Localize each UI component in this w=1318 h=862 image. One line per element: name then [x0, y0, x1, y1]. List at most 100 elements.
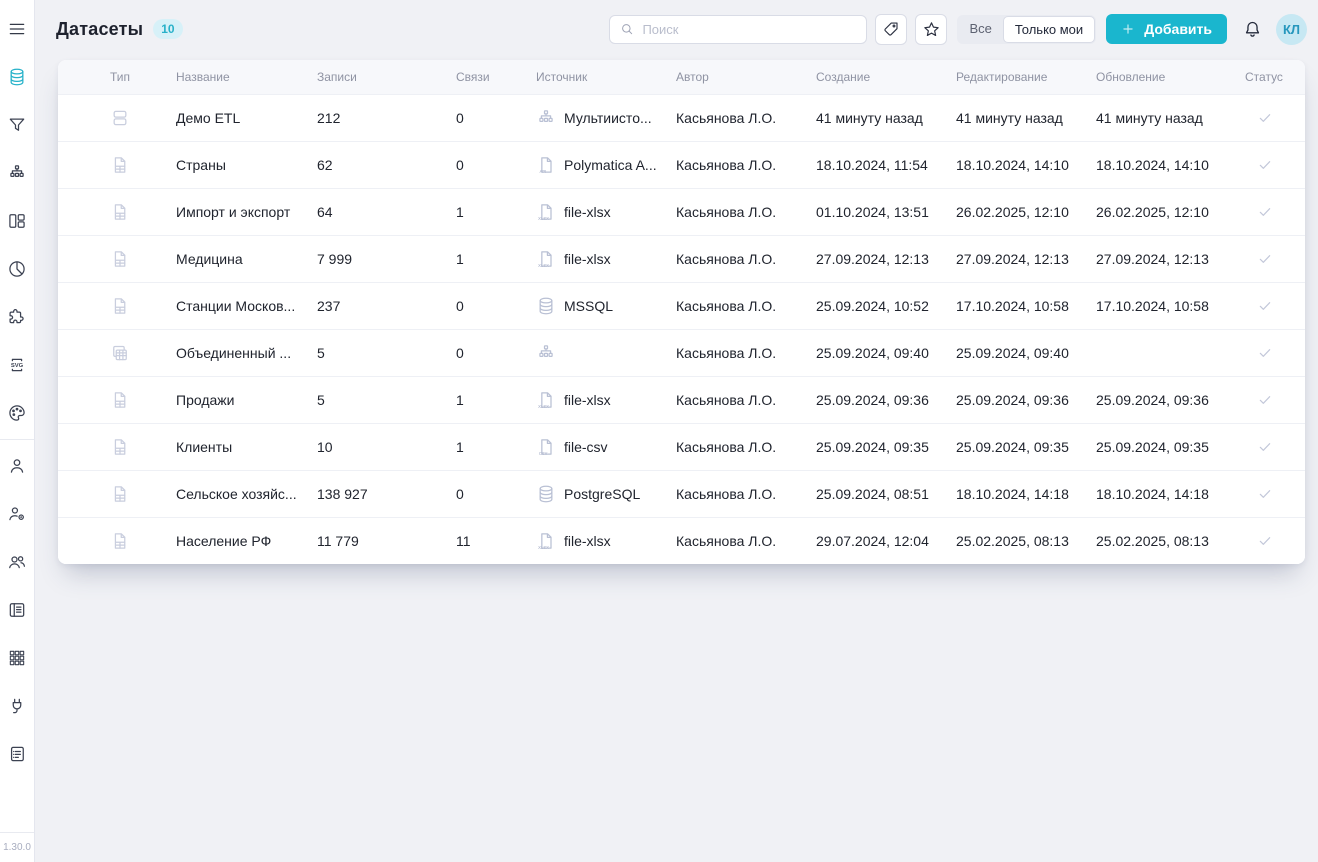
dataset-records: 7 999 — [317, 251, 456, 267]
dataset-author: Касьянова Л.О. — [676, 204, 816, 220]
plus-icon — [1121, 22, 1135, 36]
check-icon — [1257, 251, 1273, 267]
table-row[interactable]: Станции Москов... 237 0 MSSQL Касьянова … — [58, 282, 1305, 329]
dataset-links: 0 — [456, 157, 536, 173]
source-label: file-csv — [564, 439, 608, 455]
table-row[interactable]: Сельское хозяйс... 138 927 0 PostgreSQL … — [58, 470, 1305, 517]
dataset-created: 25.09.2024, 10:52 — [816, 298, 956, 314]
dataset-author: Касьянова Л.О. — [676, 486, 816, 502]
sidebar-item-user[interactable] — [0, 442, 34, 490]
check-icon — [1257, 392, 1273, 408]
add-dataset-button[interactable]: Добавить — [1106, 14, 1227, 44]
sidebar-item-palette[interactable] — [0, 389, 34, 437]
sidebar-item-plug[interactable] — [0, 682, 34, 730]
dataset-source: Мультиисто... — [536, 108, 676, 128]
filter-mine-option[interactable]: Только мои — [1003, 16, 1095, 43]
source-label: Мультиисто... — [564, 110, 652, 126]
dataset-name: Медицина — [176, 251, 317, 267]
star-icon — [922, 20, 941, 39]
dataset-links: 0 — [456, 110, 536, 126]
sidebar-item-layout[interactable] — [0, 197, 34, 245]
dataset-edited: 41 минуту назад — [956, 110, 1096, 126]
menu-toggle-button[interactable] — [0, 5, 34, 53]
database-icon — [7, 67, 27, 87]
database-icon — [536, 484, 556, 504]
dataset-source: file-xlsx — [536, 249, 676, 269]
dataset-links: 0 — [456, 298, 536, 314]
sidebar-item-filter[interactable] — [0, 101, 34, 149]
dataset-records: 138 927 — [317, 486, 456, 502]
table-row[interactable]: Объединенный ... 5 0 Касьянова Л.О. 25.0… — [58, 329, 1305, 376]
dataset-author: Касьянова Л.О. — [676, 157, 816, 173]
dataset-records: 212 — [317, 110, 456, 126]
table-row[interactable]: Импорт и экспорт 64 1 file-xlsx Касьянов… — [58, 188, 1305, 235]
dataset-created: 18.10.2024, 11:54 — [816, 157, 956, 173]
user-avatar[interactable]: КЛ — [1276, 14, 1307, 45]
dataset-records: 10 — [317, 439, 456, 455]
file-type-icon — [110, 390, 130, 410]
svg-icon — [7, 355, 27, 375]
dataset-status — [1245, 392, 1305, 408]
table-row[interactable]: Медицина 7 999 1 file-xlsx Касьянова Л.О… — [58, 235, 1305, 282]
dataset-links: 1 — [456, 251, 536, 267]
table-row[interactable]: Страны 62 0 Polymatica A... Касьянова Л.… — [58, 141, 1305, 188]
dataset-records: 237 — [317, 298, 456, 314]
datasets-table: Тип Название Записи Связи Источник Автор… — [58, 60, 1305, 564]
dataset-source — [536, 343, 676, 363]
layout-icon — [7, 211, 27, 231]
col-records: Записи — [317, 70, 456, 84]
dataset-updated: 25.02.2025, 08:13 — [1096, 533, 1245, 549]
app-version: 1.30.0 — [3, 835, 31, 862]
dataset-links: 0 — [456, 345, 536, 361]
dataset-created: 25.09.2024, 09:35 — [816, 439, 956, 455]
dataset-records: 5 — [317, 345, 456, 361]
favorites-button[interactable] — [915, 14, 947, 45]
sidebar-item-database[interactable] — [0, 53, 34, 101]
dataset-edited: 27.09.2024, 12:13 — [956, 251, 1096, 267]
table-body: Демо ETL 212 0 Мультиисто... Касьянова Л… — [58, 94, 1305, 564]
dataset-links: 1 — [456, 392, 536, 408]
sidebar-item-user-settings[interactable] — [0, 490, 34, 538]
dataset-author: Касьянова Л.О. — [676, 533, 816, 549]
dataset-edited: 25.09.2024, 09:35 — [956, 439, 1096, 455]
dataset-author: Касьянова Л.О. — [676, 251, 816, 267]
source-label: file-xlsx — [564, 204, 611, 220]
sidebar-item-users[interactable] — [0, 538, 34, 586]
table-row[interactable]: Демо ETL 212 0 Мультиисто... Касьянова Л… — [58, 94, 1305, 141]
csv-file-icon — [536, 437, 556, 457]
col-source: Источник — [536, 70, 676, 84]
file-type-icon — [110, 249, 130, 269]
dataset-created: 41 минуту назад — [816, 110, 956, 126]
dataset-type-cell — [58, 531, 176, 551]
sidebar-item-notes[interactable] — [0, 730, 34, 778]
tag-filter-button[interactable] — [875, 14, 907, 45]
dataset-created: 27.09.2024, 12:13 — [816, 251, 956, 267]
dataset-type-cell — [58, 155, 176, 175]
sidebar-nav-top — [0, 53, 34, 437]
sidebar-item-pie-chart[interactable] — [0, 245, 34, 293]
dataset-type-cell — [58, 296, 176, 316]
sidebar-item-hierarchy[interactable] — [0, 149, 34, 197]
table-row[interactable]: Клиенты 10 1 file-csv Касьянова Л.О. 25.… — [58, 423, 1305, 470]
notifications-button[interactable] — [1242, 19, 1263, 40]
sidebar-item-grid[interactable] — [0, 634, 34, 682]
dataset-author: Касьянова Л.О. — [676, 298, 816, 314]
table-row[interactable]: Продажи 5 1 file-xlsx Касьянова Л.О. 25.… — [58, 376, 1305, 423]
sidebar-item-book[interactable] — [0, 586, 34, 634]
check-icon — [1257, 110, 1273, 126]
filter-all-option[interactable]: Все — [958, 16, 1002, 43]
sidebar-item-puzzle[interactable] — [0, 293, 34, 341]
page-title: Датасеты — [56, 19, 143, 40]
search-input[interactable] — [642, 22, 857, 37]
dataset-updated: 41 минуту назад — [1096, 110, 1245, 126]
dataset-count-badge: 10 — [153, 19, 182, 39]
dataset-updated: 25.09.2024, 09:36 — [1096, 392, 1245, 408]
table-row[interactable]: Население РФ 11 779 11 file-xlsx Касьяно… — [58, 517, 1305, 564]
dataset-status — [1245, 533, 1305, 549]
sidebar-item-svg[interactable] — [0, 341, 34, 389]
dataset-updated: 25.09.2024, 09:35 — [1096, 439, 1245, 455]
tag-icon — [882, 20, 900, 38]
dataset-source: file-xlsx — [536, 531, 676, 551]
hierarchy-icon — [7, 163, 27, 183]
dataset-author: Касьянова Л.О. — [676, 439, 816, 455]
